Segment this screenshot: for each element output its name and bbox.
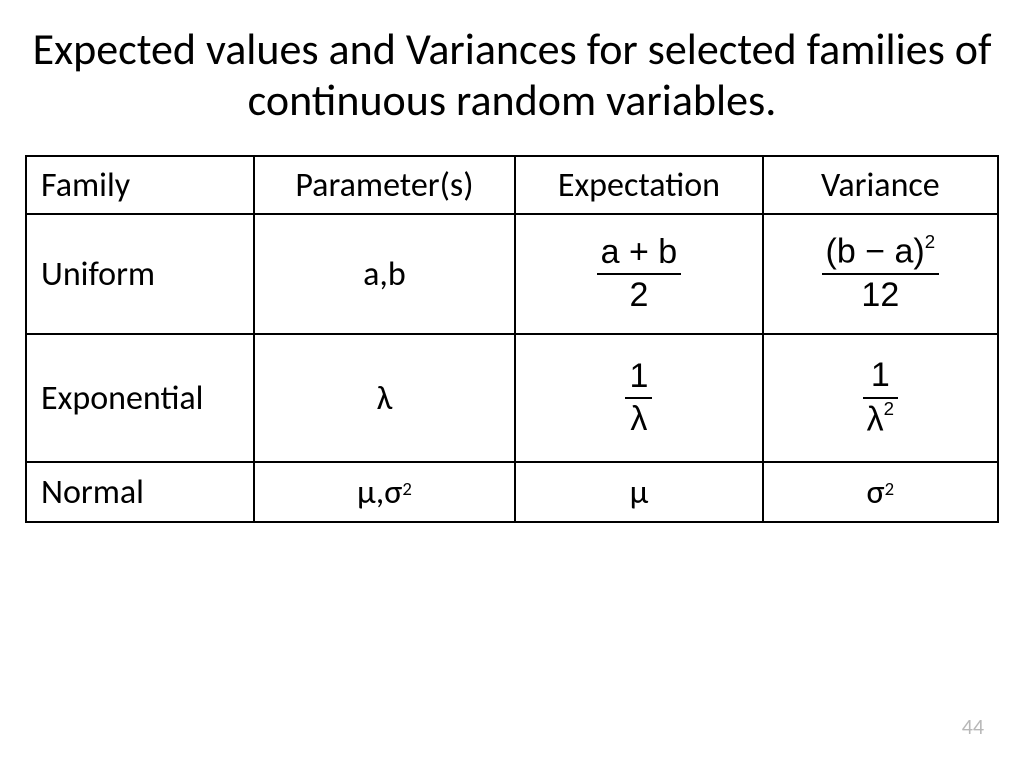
superscript: 2 [884,398,894,419]
cell-expectation: 1 λ [516,335,761,461]
table-row: Uniform a,b a + b 2 (b − a)2 12 [26,214,998,334]
header-parameters: Parameter(s) [255,157,515,213]
fraction: a + b 2 [597,235,682,314]
table-wrapper: Family Parameter(s) Expectation Variance… [18,155,1006,523]
frac-den: 12 [857,278,903,314]
cell-family: Exponential [27,335,253,461]
superscript: 2 [885,478,894,501]
frac-num: (b − a)2 [822,234,940,270]
frac-num: a + b [597,235,682,271]
frac-num: 1 [625,359,652,395]
slide-title: Expected values and Variances for select… [18,24,1006,125]
frac-den: 2 [625,278,652,314]
frac-bar [597,273,682,275]
frac-den: λ2 [863,402,898,438]
slide-number: 44 [962,713,984,740]
table-header-row: Family Parameter(s) Expectation Variance [26,156,998,214]
distribution-table: Family Parameter(s) Expectation Variance… [25,155,999,523]
cell-params: λ [255,335,515,461]
cell-params: a,b [255,215,515,333]
cell-family: Normal [27,463,253,521]
superscript: 2 [402,478,411,501]
superscript: 2 [925,231,935,252]
cell-variance: (b − a)2 12 [764,215,997,333]
header-expectation: Expectation [516,157,761,213]
table-row: Normal μ,σ2 μ σ2 [26,462,998,522]
cell-params: μ,σ2 [255,463,515,521]
cell-expectation: μ [516,463,761,521]
fraction: 1 λ [625,359,652,438]
header-family: Family [27,157,253,213]
fraction: 1 λ2 [863,358,898,438]
table-row: Exponential λ 1 λ 1 λ2 [26,334,998,462]
cell-variance: σ2 [764,463,997,521]
frac-bar [625,397,652,399]
cell-expectation: a + b 2 [516,215,761,333]
frac-num: 1 [867,358,894,394]
cell-family: Uniform [27,215,253,333]
frac-bar [822,273,940,275]
fraction: (b − a)2 12 [822,234,940,314]
slide: Expected values and Variances for select… [0,0,1024,768]
cell-variance: 1 λ2 [764,335,997,461]
frac-den: λ [626,402,651,438]
header-variance: Variance [764,157,997,213]
